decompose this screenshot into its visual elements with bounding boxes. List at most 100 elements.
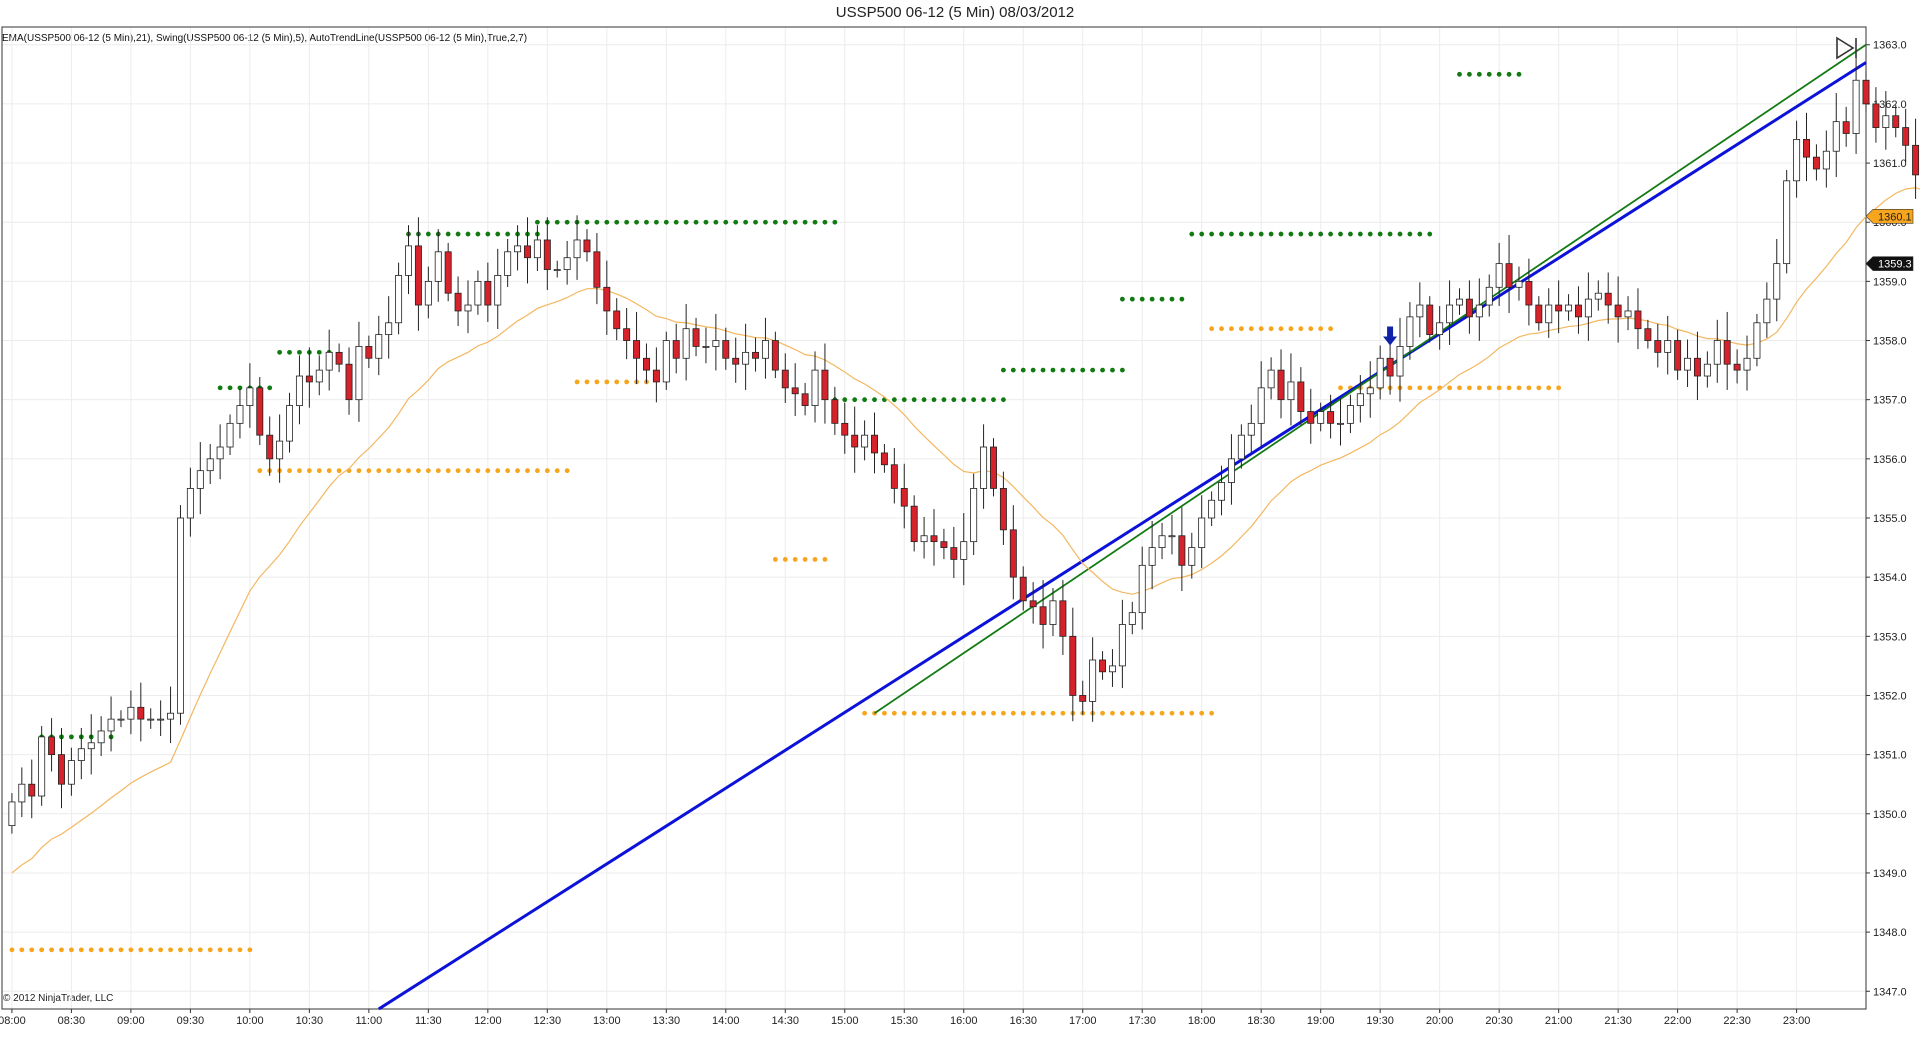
candle-up [1188, 547, 1196, 566]
swing-low-dot [287, 468, 292, 474]
swing-low-dot [465, 468, 471, 474]
swing-low-dot [961, 710, 967, 716]
swing-low-dot [1447, 385, 1452, 391]
price-tick-label: 1348.0 [1873, 927, 1907, 939]
candle-up [1346, 405, 1354, 424]
swing-high-dot [1189, 231, 1195, 237]
time-tick-label: 14:00 [712, 1015, 740, 1027]
swing-low-dot [772, 557, 778, 562]
swing-high-dot [1119, 296, 1125, 302]
candle-up [920, 535, 928, 543]
price-axis: 1347.0 1348.0 1349.0 1350.0 1351.0 1352.0 1353… [1866, 40, 1907, 998]
swing-high-dot [713, 219, 719, 225]
swing-low-dot [554, 468, 560, 474]
candle-down [1465, 298, 1473, 318]
candle-up [1594, 292, 1602, 300]
swing-high-dot [1496, 71, 1502, 77]
swing-high-dot [505, 231, 511, 237]
candle-up [1198, 517, 1206, 548]
swing-high-dot [614, 219, 620, 225]
candle-up [1713, 340, 1721, 365]
swing-high-dot [1298, 231, 1304, 237]
candle-up [1208, 499, 1216, 519]
swing-low-dot [435, 468, 441, 474]
swing-high-dot [1020, 367, 1026, 373]
swing-low-dot [564, 468, 570, 474]
swing-low-dot [406, 468, 411, 474]
swing-high-dot [1169, 296, 1175, 302]
skip-to-end-icon[interactable] [1834, 36, 1860, 60]
candle-up [206, 458, 214, 472]
swing-high-dot [673, 219, 679, 225]
price-chart[interactable]: 08:00 08:30 09:00 09:30 10:00 10:30 11:00 11:30… [0, 0, 1920, 1051]
candle-down [1674, 340, 1682, 371]
candle-up [1356, 393, 1364, 407]
swing-low-dot [515, 468, 520, 474]
swing-low-dot [624, 379, 630, 385]
time-tick-label: 14:30 [772, 1015, 800, 1027]
swing-low-dot [1486, 385, 1492, 391]
candle-down [1723, 340, 1731, 365]
candle-down [1644, 328, 1652, 341]
swing-high-dot [753, 219, 758, 225]
candle-up [682, 328, 690, 359]
candle-down [1912, 144, 1920, 176]
candle-down [880, 452, 888, 466]
candle-down [266, 434, 274, 460]
swing-low-dot [1119, 710, 1125, 716]
swing-high-dot [1149, 296, 1155, 302]
candle-down [1525, 280, 1533, 306]
candle-up [1366, 387, 1374, 395]
candle-up [474, 280, 482, 306]
swing-high-dot [316, 349, 322, 355]
candle-down [871, 434, 878, 454]
swing-high-dot [971, 397, 977, 403]
time-tick-label: 13:30 [653, 1015, 681, 1027]
swing-high-dot [951, 397, 957, 403]
swing-high-dot [1397, 231, 1403, 237]
swing-low-dot [921, 710, 927, 716]
candle-down [652, 369, 660, 383]
candle-up [1168, 535, 1176, 538]
candle-up [1684, 357, 1692, 371]
swing-high-dot [455, 231, 461, 237]
candle-up [1485, 286, 1493, 306]
candle-down [335, 351, 343, 365]
swing-high-dot [653, 219, 659, 225]
swing-low-dot [862, 710, 867, 716]
swing-high-dot [465, 231, 471, 237]
time-tick-label: 22:30 [1723, 1015, 1751, 1027]
candle-down [752, 351, 760, 359]
candle-up [1495, 263, 1503, 288]
swing-high-dot [1070, 367, 1076, 373]
candle-up [712, 340, 720, 347]
swing-low-dot [257, 468, 263, 474]
time-tick-label: 20:00 [1426, 1015, 1454, 1027]
candle-up [1118, 624, 1126, 667]
candle-down [1574, 304, 1582, 318]
swing-high-dot [1209, 231, 1215, 237]
candle-up [1317, 411, 1325, 424]
swing-low-dot [1010, 710, 1016, 716]
candle-up [811, 369, 819, 407]
candle-down [950, 547, 958, 560]
swing-low-dot [812, 557, 818, 562]
swing-low-dot [1506, 385, 1512, 391]
swing-high-dot [634, 219, 639, 225]
candle-up [464, 304, 472, 312]
swing-low-dot [1189, 710, 1195, 716]
candle-up [1376, 357, 1384, 389]
swing-low-dot [991, 710, 996, 716]
swing-low-dot [148, 947, 154, 953]
candle-up [315, 369, 323, 383]
candle-down [841, 422, 849, 436]
swing-low-dot [306, 468, 312, 474]
time-tick-label: 16:30 [1009, 1015, 1037, 1027]
swing-high-dot [1278, 231, 1284, 237]
swing-low-dot [901, 710, 907, 716]
swing-high-dot [584, 219, 590, 225]
candle-up [1793, 138, 1801, 182]
swing-low-dot [297, 468, 302, 474]
swing-high-dot [1308, 231, 1314, 237]
swing-low-dot [128, 947, 134, 953]
